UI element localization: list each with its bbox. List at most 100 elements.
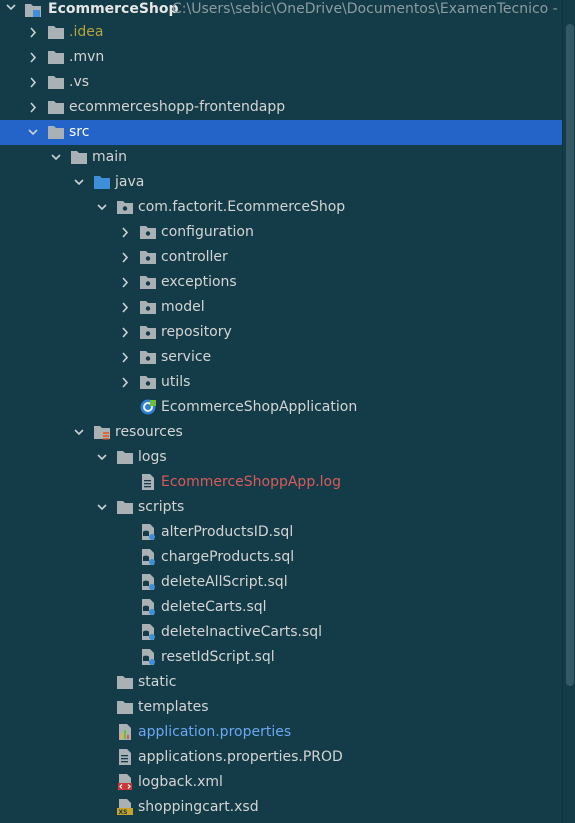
chevron-down-icon[interactable] (96, 195, 108, 220)
tree-row[interactable]: logs (0, 445, 563, 470)
chevron-right-icon[interactable] (27, 45, 39, 70)
tree-row-label: ecommerceshopp-frontendapp (69, 99, 286, 115)
svg-text:XS: XS (119, 809, 128, 816)
tree-row[interactable]: .mvn (0, 45, 563, 70)
chevron-down-icon[interactable] (50, 145, 62, 170)
tree-row-label: EcommerceShoppApp.log (161, 474, 341, 490)
tree-row-label: chargeProducts.sql (161, 549, 295, 565)
tree-row-label: main (92, 149, 127, 165)
project-path: C:\Users\sebic\OneDrive\Documentos\Exame… (172, 1, 575, 17)
chevron-right-icon[interactable] (27, 70, 39, 95)
scrollbar-thumb[interactable] (566, 24, 574, 686)
folder-icon (47, 23, 65, 41)
chevron-right-icon[interactable] (119, 245, 131, 270)
package-icon (139, 223, 157, 241)
folder-icon (47, 48, 65, 66)
tree-row-label: templates (138, 699, 209, 715)
tree-row-label: static (138, 674, 177, 690)
tree-row-label: .vs (69, 74, 90, 90)
folder-icon (116, 448, 134, 466)
tree-row[interactable]: application.properties (0, 720, 563, 745)
chevron-right-icon[interactable] (119, 345, 131, 370)
tree-row[interactable]: configuration (0, 220, 563, 245)
text-file-icon (139, 473, 157, 491)
tree-row[interactable]: resetIdScript.sql (0, 645, 563, 670)
tree-row[interactable]: logback.xml (0, 770, 563, 795)
tree-row-label: shoppingcart.xsd (138, 799, 259, 815)
properties-file-icon (116, 723, 134, 741)
tree-row[interactable]: com.factorit.EcommerceShop (0, 195, 563, 220)
chevron-right-icon[interactable] (119, 370, 131, 395)
package-icon (139, 248, 157, 266)
tree-row[interactable]: ecommerceshopp-frontendapp (0, 95, 563, 120)
tree-row-label: model (161, 299, 205, 315)
chevron-right-icon[interactable] (119, 295, 131, 320)
tree-row[interactable]: applications.properties.PROD (0, 745, 563, 770)
chevron-right-icon[interactable] (27, 95, 39, 120)
tree-row-label: service (161, 349, 212, 365)
sql-file-icon (139, 548, 157, 566)
tree-row[interactable]: deleteAllScript.sql (0, 570, 563, 595)
vertical-scrollbar[interactable] (562, 0, 575, 823)
tree-row[interactable]: exceptions (0, 270, 563, 295)
folder-icon (116, 698, 134, 716)
tree-row[interactable]: utils (0, 370, 563, 395)
tree-row[interactable]: service (0, 345, 563, 370)
tree-row[interactable]: XS shoppingcart.xsd (0, 795, 563, 820)
chevron-down-icon[interactable] (96, 445, 108, 470)
tree-row-label: controller (161, 249, 228, 265)
chevron-down-icon[interactable] (73, 420, 85, 445)
tree-row[interactable]: scripts (0, 495, 563, 520)
tree-row-label: deleteCarts.sql (161, 599, 267, 615)
chevron-right-icon[interactable] (119, 320, 131, 345)
project-name: EcommerceShop (48, 1, 179, 17)
tree-row-label: applications.properties.PROD (138, 749, 343, 765)
text-file-icon (116, 748, 134, 766)
chevron-down-icon[interactable] (96, 495, 108, 520)
tree-row-project-root[interactable]: EcommerceShop C:\Users\sebic\OneDrive\Do… (0, 0, 575, 20)
tree-row[interactable]: EcommerceShoppApp.log (0, 470, 563, 495)
sql-file-icon (139, 573, 157, 591)
tree-row-label: utils (161, 374, 191, 390)
tree-row[interactable]: main (0, 145, 563, 170)
tree-row-label: resetIdScript.sql (161, 649, 275, 665)
chevron-down-icon[interactable] (73, 170, 85, 195)
tree-row[interactable]: .idea (0, 20, 563, 45)
sql-file-icon (139, 598, 157, 616)
folder-icon (116, 498, 134, 516)
tree-row-label: .idea (69, 24, 104, 40)
tree-row-label: com.factorit.EcommerceShop (138, 199, 346, 215)
tree-row[interactable]: src (0, 120, 563, 145)
tree-row[interactable]: java (0, 170, 563, 195)
tree-row[interactable]: EcommerceShopApplication (0, 395, 563, 420)
tree-rows: .idea .mvn .vs ecommerceshopp-frontendapp sr… (0, 20, 563, 820)
tree-row-label: application.properties (138, 724, 292, 740)
chevron-right-icon[interactable] (27, 20, 39, 45)
tree-row-label: exceptions (161, 274, 237, 290)
package-icon (139, 373, 157, 391)
tree-row[interactable]: resources (0, 420, 563, 445)
tree-row[interactable]: deleteCarts.sql (0, 595, 563, 620)
chevron-down-icon[interactable] (27, 120, 39, 145)
project-module-icon (24, 1, 42, 19)
package-icon (139, 323, 157, 341)
folder-icon (70, 148, 88, 166)
tree-row[interactable]: repository (0, 320, 563, 345)
tree-row[interactable]: controller (0, 245, 563, 270)
chevron-right-icon[interactable] (119, 220, 131, 245)
folder-icon (47, 73, 65, 91)
tree-row[interactable]: deleteInactiveCarts.sql (0, 620, 563, 645)
xsd-file-icon: XS (116, 798, 134, 816)
tree-row-label: resources (115, 424, 183, 440)
tree-row-label: deleteAllScript.sql (161, 574, 288, 590)
sql-file-icon (139, 523, 157, 541)
tree-row[interactable]: chargeProducts.sql (0, 545, 563, 570)
tree-row[interactable]: alterProductsID.sql (0, 520, 563, 545)
tree-row[interactable]: templates (0, 695, 563, 720)
chevron-right-icon[interactable] (119, 270, 131, 295)
tree-row-label: EcommerceShopApplication (161, 399, 358, 415)
tree-row[interactable]: .vs (0, 70, 563, 95)
tree-row[interactable]: static (0, 670, 563, 695)
package-icon (139, 273, 157, 291)
tree-row[interactable]: model (0, 295, 563, 320)
